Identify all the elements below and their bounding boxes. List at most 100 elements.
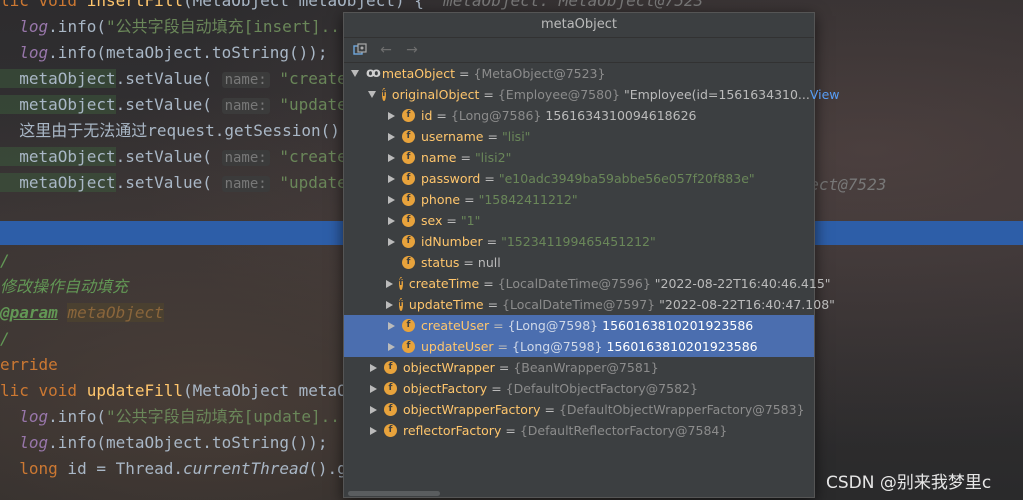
code-line[interactable]: metaObject.setValue( name: "updateTim <box>0 92 376 118</box>
back-arrow-icon[interactable]: ← <box>378 42 394 58</box>
code-line[interactable]: log.info("公共字段自动填充[insert]..." <box>0 14 359 40</box>
restore-icon[interactable] <box>352 42 368 58</box>
view-link[interactable]: View <box>810 84 844 105</box>
code-token: / <box>0 251 10 270</box>
tree-row[interactable]: f objectFactory = {DefaultObjectFactory@758… <box>344 378 814 399</box>
field-icon: f <box>382 88 386 101</box>
expand-arrow-icon[interactable] <box>368 405 378 415</box>
equals-sign: = <box>498 360 510 375</box>
code-token: .info(metaObject.toString()); <box>48 43 328 62</box>
expand-arrow-icon[interactable] <box>386 342 396 352</box>
field-icon: f <box>402 319 415 332</box>
expand-arrow-icon[interactable] <box>386 300 393 310</box>
equals-sign: = <box>505 423 516 438</box>
collapse-arrow-icon[interactable] <box>350 69 360 79</box>
tree-row[interactable]: f idNumber = "152341199465451212" <box>344 231 814 252</box>
scrollbar-thumb[interactable] <box>348 491 440 496</box>
code-line[interactable]: log.info(metaObject.toString()); <box>0 430 327 456</box>
code-token: long <box>0 459 58 478</box>
code-line[interactable]: metaObject.setValue( name: "createUse <box>0 144 376 170</box>
expand-arrow-icon[interactable] <box>386 174 396 184</box>
expand-arrow-icon[interactable] <box>386 195 396 205</box>
code-line[interactable]: lic void updateFill(MetaObject metaOb <box>0 378 356 404</box>
code-line[interactable]: metaObject.setValue( name: "createTim <box>0 66 376 92</box>
code-token: / <box>0 329 10 348</box>
field-name: username <box>421 129 484 144</box>
code-token: metaObject <box>0 69 116 88</box>
code-line[interactable]: 这里由于无法通过request.getSession().g <box>0 118 359 144</box>
code-line[interactable]: metaObject.setValue( name: "updateUse <box>0 170 376 196</box>
field-value: "lisi2" <box>474 150 512 165</box>
field-name: createUser <box>421 318 490 333</box>
expand-arrow-icon[interactable] <box>386 153 396 163</box>
variable-inspector-popup[interactable]: metaObject ← → oo metaObject = {MetaObject@… <box>343 12 840 498</box>
code-line[interactable]: log.info("公共字段自动填充[update]..." <box>0 404 359 430</box>
tree-row[interactable]: oo metaObject = {MetaObject@7523} <box>344 63 814 84</box>
expand-arrow-icon[interactable] <box>386 132 396 142</box>
field-value: 1560163810201923586 <box>606 339 758 354</box>
field-name: reflectorFactory <box>403 423 502 438</box>
code-token: log <box>0 43 49 62</box>
equals-sign: = <box>464 192 475 207</box>
tree-row[interactable]: f updateUser = {Long@7598} 15601638102019235… <box>344 336 814 357</box>
field-value: 1560163810201923586 <box>602 318 754 333</box>
field-icon: f <box>402 130 415 143</box>
tree-row[interactable]: f createTime = {LocalDateTime@7596} "2022-08… <box>344 273 831 294</box>
code-token: 修改操作自动填充 <box>0 277 129 296</box>
code-token: @param <box>0 303 58 322</box>
code-token: "公共字段自动填充[update]..." <box>105 407 360 426</box>
field-icon: f <box>402 256 415 269</box>
code-token: "公共字段自动填充[insert]..." <box>105 17 360 36</box>
code-line[interactable]: @param metaObject <box>0 300 164 326</box>
field-value: "2022-08-22T16:40:46.415" <box>654 276 831 291</box>
code-token: name: <box>221 72 270 88</box>
expand-arrow-icon[interactable] <box>368 363 378 373</box>
equals-sign: = <box>436 108 447 123</box>
forward-arrow-icon[interactable]: → <box>404 42 420 58</box>
variable-tree[interactable]: oo metaObject = {MetaObject@7523} f originalO… <box>344 63 840 441</box>
expand-arrow-icon[interactable] <box>368 384 378 394</box>
field-type: {Long@7598} <box>507 318 599 333</box>
horizontal-scrollbar[interactable] <box>344 489 812 497</box>
tree-row[interactable]: f updateTime = {LocalDateTime@7597} "2022-08… <box>344 294 835 315</box>
tree-row[interactable]: f createUser = {Long@7598} 15601638102019235… <box>344 315 814 336</box>
tree-row[interactable]: f sex = "1" <box>344 210 814 231</box>
tree-row[interactable]: f reflectorFactory = {DefaultReflectorFacto… <box>344 420 814 441</box>
code-line[interactable]: 修改操作自动填充 <box>0 274 128 300</box>
code-token: .setValue( <box>115 95 222 114</box>
tree-row[interactable]: f status = null <box>344 252 814 273</box>
code-line[interactable]: log.info(metaObject.toString()); <box>0 40 328 66</box>
expand-arrow-icon[interactable] <box>386 111 396 121</box>
code-token: erride <box>0 355 58 374</box>
equals-sign: = <box>446 213 457 228</box>
field-icon: f <box>399 298 403 311</box>
field-icon: f <box>399 277 403 290</box>
code-token: .setValue( <box>115 173 222 192</box>
tree-row[interactable]: f name = "lisi2" <box>344 147 814 168</box>
tree-row[interactable]: f originalObject = {Employee@7580} "Employee… <box>344 84 840 105</box>
tree-row[interactable]: f password = "e10adc3949ba59abbe56e057f20f8… <box>344 168 814 189</box>
equals-sign: = <box>487 129 498 144</box>
code-line[interactable]: / <box>0 326 10 352</box>
equals-sign: = <box>459 66 470 81</box>
code-line[interactable]: long id = Thread.currentThread().getId <box>0 456 385 482</box>
tree-row[interactable]: f phone = "15842411212" <box>344 189 814 210</box>
field-name: id <box>421 108 433 123</box>
code-token: metaObject: MetaObject@7523 <box>443 0 704 10</box>
tree-row[interactable]: f objectWrapper = {BeanWrapper@7581} <box>344 357 814 378</box>
expand-arrow-icon[interactable] <box>386 321 396 331</box>
tree-row[interactable]: f username = "lisi" <box>344 126 814 147</box>
equals-sign: = <box>497 339 509 354</box>
field-type: {Employee@7580} <box>497 87 620 102</box>
expand-arrow-icon[interactable] <box>368 426 378 436</box>
field-name: phone <box>421 192 461 207</box>
expand-arrow-icon[interactable] <box>386 237 396 247</box>
expand-arrow-icon[interactable] <box>386 216 396 226</box>
code-line[interactable]: / <box>0 248 10 274</box>
code-line[interactable]: erride <box>0 352 58 378</box>
collapse-arrow-icon[interactable] <box>368 90 376 100</box>
expand-arrow-icon[interactable] <box>386 279 393 289</box>
tree-row[interactable]: f id = {Long@7586} 1561634310094618626 <box>344 105 814 126</box>
tree-row[interactable]: f objectWrapperFactory = {DefaultObjectWrap… <box>344 399 814 420</box>
field-type: {BeanWrapper@7581} <box>513 360 659 375</box>
